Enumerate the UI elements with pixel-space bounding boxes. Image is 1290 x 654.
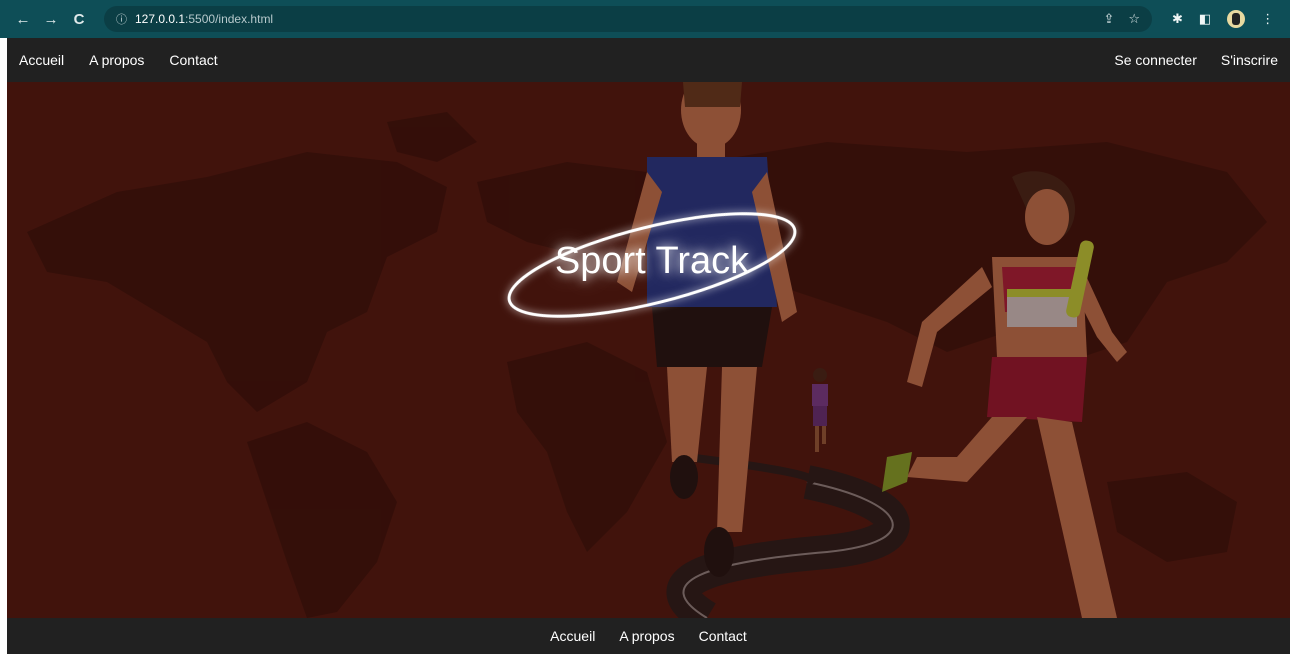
hero-title: Sport Track: [554, 240, 750, 282]
share-icon[interactable]: ⇪: [1103, 11, 1114, 27]
hero-illustration: [7, 82, 1290, 618]
address-bar[interactable]: ⓘ 127.0.0.1 :5500/index.html ⇪ ☆: [104, 6, 1152, 32]
url-path: :5500/index.html: [185, 12, 274, 26]
hero-section: Sport Track: [7, 82, 1290, 618]
footer-link-a-propos[interactable]: A propos: [619, 628, 674, 644]
nav-link-accueil[interactable]: Accueil: [19, 52, 64, 68]
url-host: 127.0.0.1: [135, 12, 186, 26]
back-arrow-icon[interactable]: ←: [12, 8, 34, 30]
header-nav-right: Se connecter S'inscrire: [1102, 52, 1290, 68]
hero-title-wrap: Sport Track: [497, 210, 807, 320]
more-menu-icon[interactable]: ⋮: [1261, 11, 1274, 27]
nav-link-a-propos[interactable]: A propos: [89, 52, 144, 68]
footer-link-contact[interactable]: Contact: [699, 628, 747, 644]
bookmark-star-icon[interactable]: ☆: [1128, 11, 1140, 27]
browser-toolbar: ← → C ⓘ 127.0.0.1 :5500/index.html ⇪ ☆ ✱…: [0, 0, 1290, 38]
site-footer: Accueil A propos Contact: [7, 618, 1290, 654]
login-link[interactable]: Se connecter: [1114, 52, 1197, 68]
extensions-puzzle-icon[interactable]: ✱: [1172, 11, 1183, 27]
footer-nav: Accueil A propos Contact: [550, 628, 747, 644]
side-panel-icon[interactable]: ◧: [1199, 11, 1211, 27]
page-left-edge: [0, 38, 7, 654]
footer-link-accueil[interactable]: Accueil: [550, 628, 595, 644]
header-nav-left: Accueil A propos Contact: [7, 52, 231, 68]
reload-icon[interactable]: C: [68, 8, 90, 30]
site-info-icon[interactable]: ⓘ: [116, 11, 127, 27]
profile-avatar-icon[interactable]: [1227, 10, 1246, 28]
nav-link-contact[interactable]: Contact: [169, 52, 217, 68]
site-header: Accueil A propos Contact Se connecter S'…: [7, 38, 1290, 82]
signup-link[interactable]: S'inscrire: [1221, 52, 1278, 68]
forward-arrow-icon[interactable]: →: [40, 8, 62, 30]
